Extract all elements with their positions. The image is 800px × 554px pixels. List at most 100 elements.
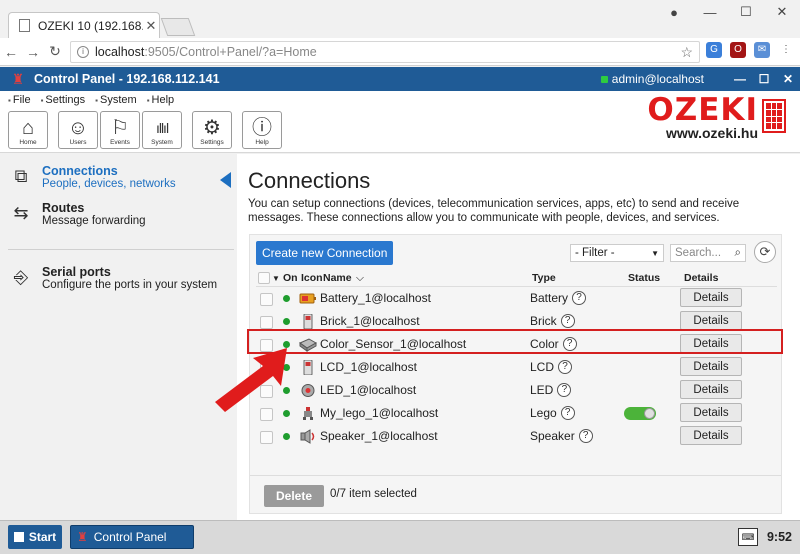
online-status-icon [283,318,290,325]
username: admin@localhost [611,72,704,86]
row-checkbox[interactable] [260,316,273,329]
status-toggle[interactable] [624,407,656,420]
type-label: Speaker [530,429,575,443]
toolbar-settings-button[interactable]: ⚙ Settings [192,111,232,149]
led-icon [301,384,315,397]
table-header: ▼ On Icon Name ⌵ Type Status Details [256,271,777,287]
delete-button[interactable]: Delete [264,485,324,507]
sidebar-item-routes[interactable]: ⇆ Routes Message forwarding [0,201,237,227]
toolbar-help-button[interactable]: ⓘ Help [242,111,282,149]
row-checkbox[interactable] [260,408,273,421]
url-path: :9505/Control+Panel/?a=Home [144,45,317,59]
toolbar-home-button[interactable]: ⌂ Home [8,111,48,149]
help-icon[interactable]: ? [578,429,593,443]
profile-icon[interactable]: ● [656,0,692,24]
search-input[interactable]: Search... ⌕ [670,244,746,262]
new-tab-button[interactable] [160,18,196,36]
row-checkbox[interactable] [260,431,273,444]
taskbar-control-panel[interactable]: ♜ Control Panel [70,525,194,549]
toolbar-users-button[interactable]: ☺ Users [58,111,98,149]
connection-name[interactable]: Speaker_1@localhost [320,429,438,443]
refresh-icon: ⟳ [759,244,771,259]
row-checkbox[interactable] [260,385,273,398]
connection-name[interactable]: My_lego_1@localhost [320,406,438,420]
connection-name[interactable]: Color_Sensor_1@localhost [320,337,466,351]
menu-help[interactable]: Help [147,94,175,106]
translate-extension-icon[interactable]: G [706,42,722,58]
create-connection-button[interactable]: Create new Connection [256,241,394,265]
brick-icon [303,314,313,329]
minimize-icon[interactable]: — [692,0,728,24]
row-checkbox[interactable] [260,339,273,352]
page-title: Connections [248,168,371,193]
menu-file[interactable]: File [8,94,31,106]
col-status: Status [628,272,661,284]
connection-name[interactable]: Brick_1@localhost [320,314,420,328]
home-icon: ⌂ [21,117,35,139]
details-button[interactable]: Details [680,357,742,376]
connection-name[interactable]: LED_1@localhost [320,383,416,397]
toolbar-events-button[interactable]: ⚐ Events [100,111,140,149]
app-minimize-icon[interactable]: — [728,67,752,91]
bookmark-star-icon[interactable]: ☆ [680,44,693,61]
main-content: Connections You can setup connections (d… [215,154,800,520]
close-window-icon[interactable]: ✕ [764,0,800,24]
maximize-icon[interactable]: ☐ [728,0,764,24]
sidebar-item-serial-ports[interactable]: ⎆ Serial ports Configure the ports in yo… [0,265,237,291]
browser-tab[interactable]: OZEKI 10 (192.168.112.14 ✕ [8,12,160,38]
info-icon[interactable]: i [77,46,89,58]
start-icon [13,532,24,542]
connection-name[interactable]: LCD_1@localhost [320,360,417,374]
url-input[interactable]: i localhost :9505/Control+Panel/?a=Home … [70,41,700,63]
start-label: Start [28,530,57,544]
task-label: Control Panel [93,530,167,544]
row-checkbox[interactable] [260,293,273,306]
filter-select[interactable]: - Filter - ▼ [570,244,664,262]
selection-info: 0/7 item selected [330,488,417,500]
table-row: LCD_1@localhost LCD? Details [256,356,777,379]
ozeki-brand: OZEKI www.ozeki.hu [647,95,758,142]
row-checkbox[interactable] [260,362,273,375]
user-indicator[interactable]: admin@localhost [600,72,704,86]
reload-icon[interactable]: ↻ [44,43,66,60]
help-icon[interactable]: ? [557,383,572,397]
table-row: Color_Sensor_1@localhost Color? Details [256,333,777,356]
extension-icon[interactable]: O [730,42,746,58]
details-button[interactable]: Details [680,426,742,445]
sidebar-item-connections[interactable]: ⧉ Connections People, devices, networks [0,164,237,190]
panel-footer: Delete 0/7 item selected [250,475,781,513]
toolbar-system-button[interactable]: ıllıl System [142,111,182,149]
app-maximize-icon[interactable]: ☐ [752,67,776,91]
sort-icon[interactable]: ⌵ [356,272,364,285]
sidebar-divider [8,249,234,250]
menu-settings[interactable]: Settings [41,94,85,106]
help-icon[interactable]: ? [560,314,575,328]
menu-system[interactable]: System [95,94,137,106]
details-button[interactable]: Details [680,288,742,307]
type-label: LED [530,383,554,397]
back-icon[interactable]: ← [0,44,22,60]
col-name[interactable]: Name [323,272,352,284]
menu-dots-icon[interactable]: ⋮ [778,42,794,58]
help-icon[interactable]: ? [572,291,587,305]
app-close-icon[interactable]: ✕ [776,67,800,91]
details-button[interactable]: Details [680,311,742,330]
start-button[interactable]: Start [8,525,62,549]
refresh-button[interactable]: ⟳ [754,241,776,263]
help-icon[interactable]: ? [558,360,573,374]
dropdown-arrow-icon: ▼ [651,248,659,258]
window-controls: ● — ☐ ✕ [656,0,800,24]
connection-name[interactable]: Battery_1@localhost [320,291,431,305]
help-icon[interactable]: ? [562,337,577,351]
select-menu-icon[interactable]: ▼ [272,274,280,283]
keyboard-icon[interactable]: ⌨ [738,528,758,546]
details-button[interactable]: Details [680,380,742,399]
details-button[interactable]: Details [680,334,742,353]
forward-icon[interactable]: → [22,44,44,60]
sidebar-item-title: Connections [42,164,118,178]
extension-icon[interactable]: ✉ [754,42,770,58]
details-button[interactable]: Details [680,403,742,422]
taskbar: Start ♜ Control Panel ⌨ 9:52 [0,520,800,554]
help-icon[interactable]: ? [560,406,575,420]
close-tab-icon[interactable]: ✕ [143,18,159,34]
